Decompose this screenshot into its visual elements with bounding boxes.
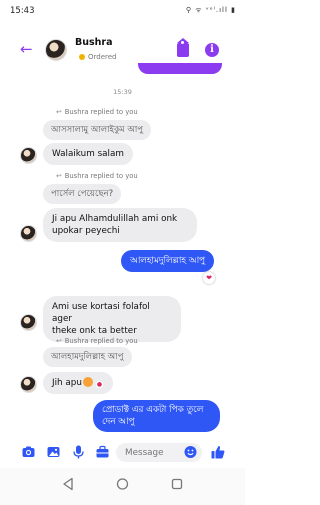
nav-back-icon[interactable] [62, 477, 74, 491]
heart-emoji-icon: ● [94, 380, 104, 389]
contact-name[interactable]: Bushra [75, 37, 113, 48]
heart-reaction-icon[interactable]: ❤ [203, 272, 215, 284]
outgoing-message[interactable]: আলহামদুলিল্লাহ আপু [121, 250, 215, 272]
quoted-message[interactable]: আলহামদুলিল্লাহ আপু [43, 347, 132, 367]
thumbs-up-icon[interactable] [211, 445, 225, 459]
outgoing-bubble-partial [138, 63, 222, 74]
gallery-icon[interactable] [47, 445, 60, 459]
incoming-message[interactable]: Walaikum salam [43, 143, 133, 165]
incoming-message[interactable]: Jih apu ● [43, 372, 113, 394]
briefcase-icon[interactable] [96, 445, 109, 459]
status-bar: 15:43 ⚲ ᯤ ᵛᵒˡ.ıll ▮ [0, 0, 245, 22]
reply-arrow-icon: ↩ [56, 172, 62, 180]
contact-status: Ordered [79, 53, 117, 61]
nav-home-icon[interactable] [116, 477, 129, 491]
message-line: দেন আপু [102, 417, 135, 427]
avatar[interactable] [20, 314, 37, 331]
message-line: Ji apu Alhamdulillah ami onk [52, 214, 178, 224]
outgoing-message[interactable]: প্রোডাক্ট এর একটা পিক তুলে দেন আপু [93, 400, 220, 432]
avatar[interactable] [20, 147, 37, 164]
message-line: প্রোডাক্ট এর একটা পিক তুলে [102, 405, 204, 415]
status-time: 15:43 [10, 6, 35, 16]
camera-icon[interactable] [22, 445, 35, 459]
back-arrow-icon[interactable]: ← [20, 40, 33, 58]
info-icon[interactable]: i [205, 43, 219, 57]
thread-timestamp: 15:39 [113, 88, 132, 96]
microphone-icon[interactable] [73, 445, 84, 459]
incoming-message[interactable]: Ami use kortasi folafol ager theke onk t… [43, 296, 181, 342]
system-nav-bar [0, 468, 245, 505]
status-indicators: ⚲ ᯤ ᵛᵒˡ.ıll ▮ [185, 6, 236, 14]
avatar[interactable] [20, 225, 37, 242]
contact-avatar[interactable] [45, 39, 67, 61]
status-dot-icon [79, 54, 85, 60]
quoted-message[interactable]: পার্সেল পেয়েছেন? [43, 184, 122, 204]
avatar[interactable] [20, 376, 37, 393]
hugging-face-emoji-icon [82, 377, 93, 387]
message-line: Ami use kortasi folafol ager [52, 302, 150, 324]
nav-recents-icon[interactable] [171, 477, 183, 491]
chat-header: ← Bushra Ordered i [0, 33, 245, 67]
message-line: theke onk ta better [52, 326, 137, 336]
reply-arrow-icon: ↩ [56, 108, 62, 116]
message-line: upokar peyechi [52, 226, 120, 236]
reply-arrow-icon: ↩ [56, 337, 62, 345]
message-composer [0, 440, 245, 466]
reply-note: ↩ Bushra replied to you [56, 172, 138, 180]
reply-note: ↩ Bushra replied to you [56, 108, 138, 116]
reply-note: ↩ Bushra replied to you [56, 337, 138, 345]
quoted-message[interactable]: আসসালামু আলাইকুম আপু [43, 120, 152, 140]
emoji-icon[interactable] [184, 445, 197, 459]
label-tag-icon[interactable] [177, 38, 189, 57]
message-text: Jih apu [52, 378, 82, 388]
incoming-message[interactable]: Ji apu Alhamdulillah ami onk upokar peye… [43, 208, 197, 242]
contact-status-label: Ordered [88, 53, 117, 61]
